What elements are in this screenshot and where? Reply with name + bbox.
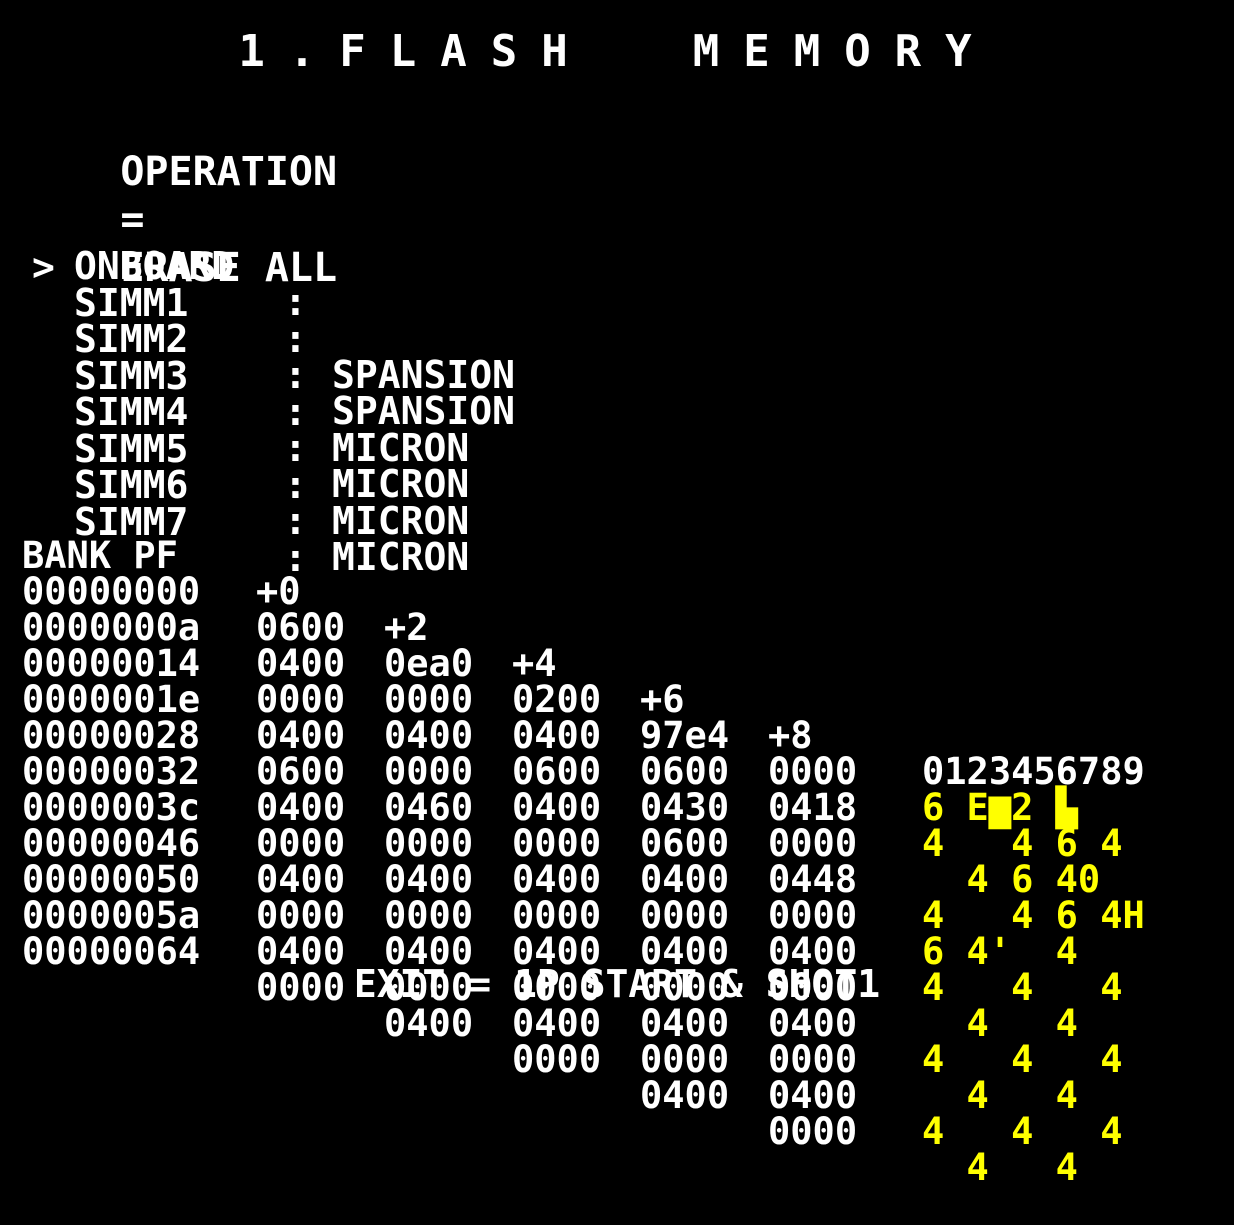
column-header-offset-2: +2: [384, 606, 429, 649]
device-row-onboard[interactable]: ONBOARD :: [26, 176, 307, 321]
dump-word: 0400: [640, 858, 730, 901]
dump-word: 0400: [512, 858, 602, 901]
device-colon: :: [284, 316, 307, 361]
device-colon: :: [284, 499, 307, 543]
device-maker: MICRON: [332, 462, 470, 506]
dump-word: 0400: [640, 1074, 730, 1117]
dump-word: 0400: [768, 1002, 858, 1045]
dump-word: 0000: [512, 822, 602, 865]
dump-row: 00000028 0600 0460 0000 0400 0000 6 4' 4: [22, 682, 1078, 970]
device-row-simm5[interactable]: SIMM5 : MICRON: [26, 359, 469, 540]
device-maker: SPANSION: [332, 389, 516, 433]
dump-word: 0600: [640, 822, 730, 865]
dump-ascii: 4 4 6 4: [922, 822, 1145, 865]
device-list: ONBOARD : > SIMM1 : SPANSION SIMM2 : SPA…: [26, 176, 515, 577]
exit-instruction: EXIT = 1P START & SHOT1: [353, 962, 881, 1006]
dump-ascii: 4 4: [922, 1146, 1145, 1189]
dump-word: 0400: [512, 714, 602, 757]
device-maker: SPANSION: [332, 352, 516, 397]
dump-word: 0200: [512, 678, 602, 721]
dump-word: 0418: [768, 786, 858, 829]
dump-word: 0000: [768, 822, 858, 865]
dump-word: 0000: [640, 1038, 730, 1081]
flash-memory-test-screen: 1.FLASH MEMORY OPERATION = ERASE ALL ONB…: [0, 0, 1234, 1186]
dump-header-row: BANK PF +0 +2 +4 +6 +8 0123456789: [22, 502, 1145, 790]
dump-row: 0000005a 0400 0000 0400 0000 0400 4 4 4: [22, 862, 1122, 1150]
dump-word: 0000: [512, 1038, 602, 1081]
dump-word: 0000: [512, 894, 602, 937]
device-maker: MICRON: [332, 425, 470, 470]
dump-row: 00000032 0400 0000 0400 0000 0400 4 4 4: [22, 718, 1122, 1006]
dump-word: 0400: [512, 1002, 602, 1045]
dump-word: 0000: [384, 894, 474, 937]
dump-ascii: 4 4: [922, 1074, 1145, 1117]
dump-word: 0448: [768, 858, 858, 901]
dump-ascii: 4 4 6 4H: [922, 894, 1145, 937]
dump-ascii: 4 4 4: [922, 1110, 1145, 1153]
column-header-ascii: 0123456789: [922, 750, 1145, 793]
dump-word: 0000: [640, 894, 730, 937]
device-colon: :: [284, 426, 307, 470]
dump-word: 0400: [256, 642, 346, 685]
dump-word: 0000: [256, 894, 346, 937]
dump-word: 0400: [512, 786, 602, 829]
dump-ascii: 4 4 4: [922, 1038, 1145, 1081]
dump-word: 0000: [256, 822, 346, 865]
device-row-simm1[interactable]: > SIMM1 : SPANSION: [26, 213, 515, 394]
device-row-simm6[interactable]: SIMM6 : MICRON: [26, 395, 469, 576]
dump-row: 0000003c 0000 0400 0000 0400 0000 4 4: [22, 754, 1078, 1042]
dump-row: 00000046 0400 0000 0400 0000 0400 4 4 4: [22, 790, 1122, 1078]
dump-word: 0600: [512, 750, 602, 793]
dump-word: 0460: [384, 786, 474, 829]
dump-ascii: 6 E▆2 ▙: [922, 786, 1101, 829]
dump-word: 0000: [768, 894, 858, 937]
device-colon: :: [284, 280, 307, 324]
dump-word: 0ea0: [384, 642, 474, 685]
device-maker: MICRON: [332, 498, 470, 543]
dump-word: 0000: [768, 1038, 858, 1081]
dump-word: 0600: [256, 750, 346, 793]
dump-word: 0600: [256, 606, 346, 649]
dump-word: 0000: [256, 678, 346, 721]
dump-word: 0430: [640, 786, 730, 829]
dump-word: 0400: [768, 1074, 858, 1117]
dump-word: 0400: [384, 714, 474, 757]
dump-row: 0000001e 0400 0000 0400 0600 0448 4 4 6 …: [22, 646, 1145, 934]
dump-ascii: 4 4: [922, 1002, 1145, 1045]
dump-word: 0000: [384, 678, 474, 721]
dump-ascii: 4 6 40: [922, 858, 1145, 901]
dump-word: 0400: [256, 786, 346, 829]
dump-row: 00000050 0000 0400 0000 0400 0000 4 4: [22, 826, 1078, 1114]
dump-word: 0400: [384, 1002, 474, 1045]
dump-word: 0000: [768, 1110, 858, 1153]
dump-row: 00000000 0600 0ea0 0200 97e4 0000 6 E▆2 …: [22, 538, 1078, 826]
device-row-simm2[interactable]: SIMM2 : SPANSION: [26, 249, 515, 430]
dump-word: 0400: [256, 858, 346, 901]
device-maker: MICRON: [332, 535, 470, 579]
column-header-offset-0: +0: [256, 570, 301, 613]
dump-row: 0000000a 0400 0000 0400 0600 0418 4 4 6 …: [22, 574, 1122, 862]
screen-title: 1.FLASH MEMORY: [238, 26, 996, 77]
column-header-offset-8: +8: [768, 714, 813, 757]
column-header-offset-4: +4: [512, 642, 557, 685]
device-row-simm7[interactable]: SIMM7 :: [26, 432, 307, 577]
dump-word: 0000: [384, 750, 474, 793]
device-colon: :: [284, 462, 307, 507]
column-header-offset-6: +6: [640, 678, 685, 721]
dump-word: 0400: [256, 714, 346, 757]
device-colon: :: [284, 353, 307, 397]
device-colon: :: [284, 389, 307, 434]
device-row-simm4[interactable]: SIMM4 : MICRON: [26, 322, 469, 503]
dump-word: 0400: [384, 858, 474, 901]
dump-word: 0600: [640, 750, 730, 793]
dump-word: 0000: [384, 822, 474, 865]
dump-row: 00000064 0000 0400 0000 0400 0000 4 4: [22, 898, 1078, 1186]
device-row-simm3[interactable]: SIMM3 : MICRON: [26, 286, 469, 467]
dump-word: 0400: [640, 1002, 730, 1045]
dump-word: 0000: [768, 750, 858, 793]
memory-dump-table: BANK PF +0 +2 +4 +6 +8 0123456789 000000…: [22, 502, 1145, 1186]
dump-row: 00000014 0000 0400 0600 0430 0000 4 6 40: [22, 610, 1100, 898]
dump-word: 97e4: [640, 714, 730, 757]
